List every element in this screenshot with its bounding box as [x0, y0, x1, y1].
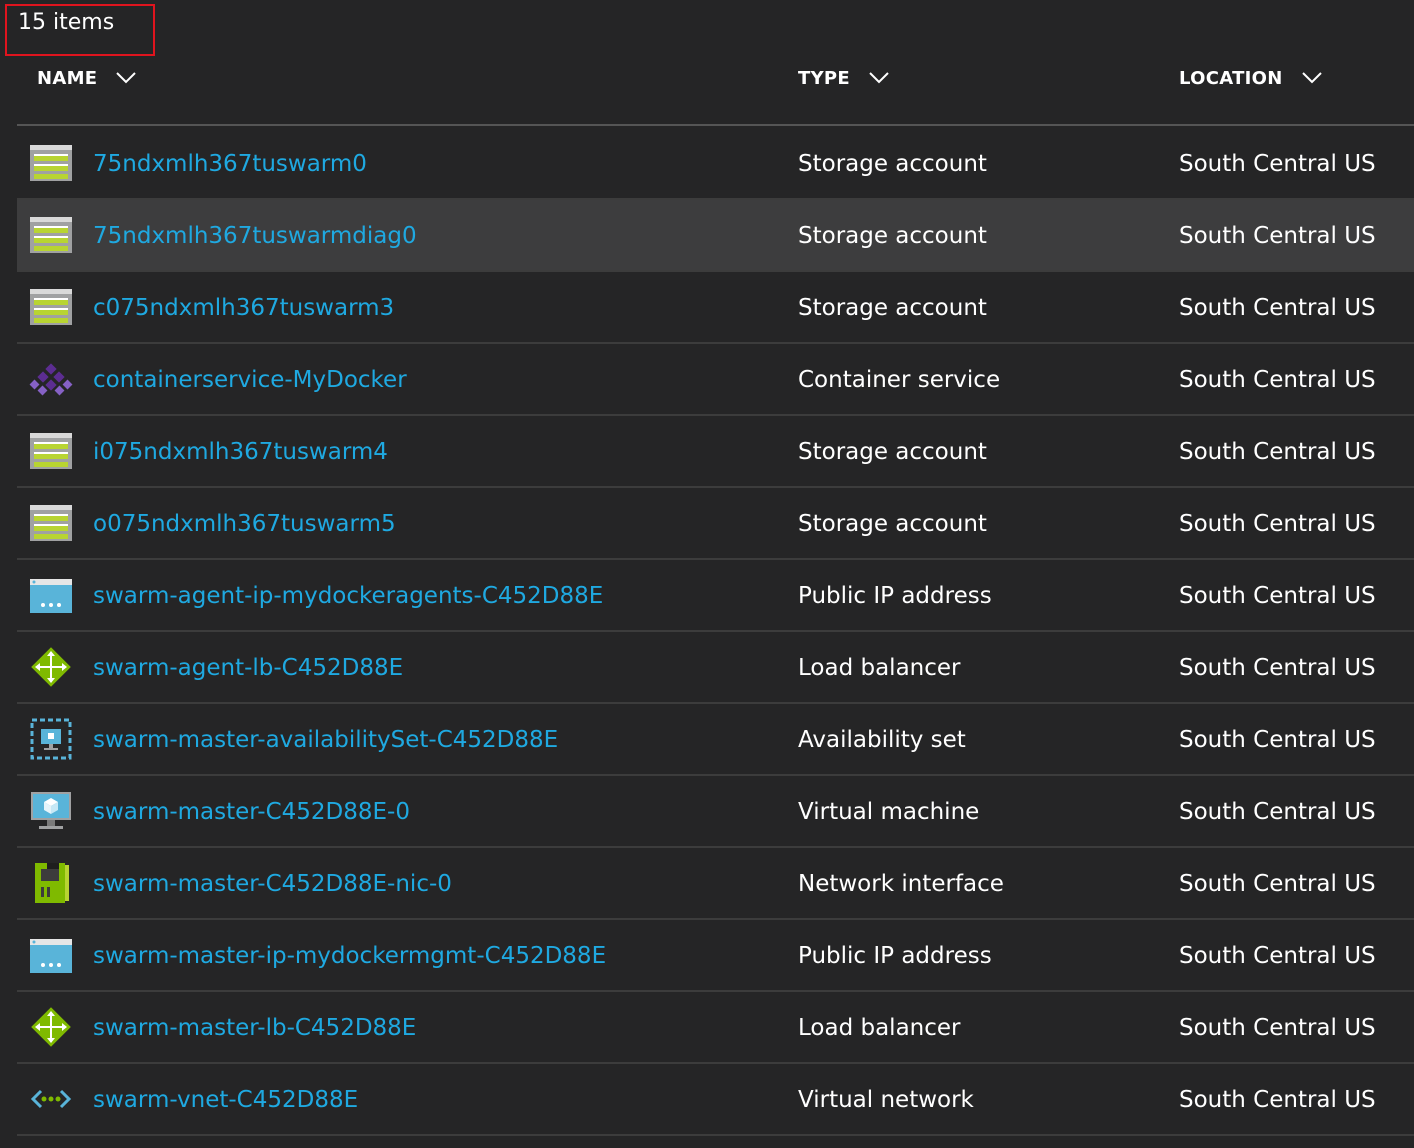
resource-name-link[interactable]: swarm-master-C452D88E-nic-0 [93, 848, 452, 920]
storage-account-icon [29, 215, 73, 255]
column-header-name-label: NAME [37, 67, 98, 89]
table-row[interactable]: swarm-master-ip-mydockermgmt-C452D88E Pub… [17, 920, 1414, 992]
resource-type: Storage account [798, 223, 987, 249]
resource-type: Load balancer [798, 1015, 961, 1041]
virtual-machine-icon [29, 791, 73, 831]
network-interface-icon [29, 863, 73, 903]
resource-type: Network interface [798, 871, 1004, 897]
resource-name-link[interactable]: o075ndxmlh367tuswarm5 [93, 488, 396, 560]
resource-name-link[interactable]: 75ndxmlh367tuswarm0 [93, 128, 367, 200]
table-row[interactable]: swarm-vnet-C452D88E Virtual network South … [17, 1064, 1414, 1136]
load-balancer-icon [29, 1007, 73, 1047]
resource-type: Virtual machine [798, 799, 980, 825]
resource-location: South Central US [1179, 151, 1376, 177]
resource-type: Storage account [798, 295, 987, 321]
resource-type: Availability set [798, 727, 966, 753]
resource-type: Storage account [798, 151, 987, 177]
table-row[interactable]: o075ndxmlh367tuswarm5 Storage account Sout… [17, 488, 1414, 560]
chevron-down-icon [1301, 72, 1322, 84]
resource-location: South Central US [1179, 871, 1376, 897]
resource-name-link[interactable]: swarm-master-availabilitySet-C452D88E [93, 704, 558, 776]
resource-type: Virtual network [798, 1087, 974, 1113]
table-row[interactable]: 75ndxmlh367tuswarm0 Storage account South … [17, 128, 1414, 200]
resource-name-link[interactable]: swarm-master-ip-mydockermgmt-C452D88E [93, 920, 606, 992]
resource-name-link[interactable]: swarm-agent-lb-C452D88E [93, 632, 403, 704]
storage-account-icon [29, 503, 73, 543]
resource-location: South Central US [1179, 799, 1376, 825]
load-balancer-icon [29, 647, 73, 687]
storage-account-icon [29, 287, 73, 327]
column-header-type-label: TYPE [798, 67, 851, 89]
table-row[interactable]: swarm-master-availabilitySet-C452D88E Ava… [17, 704, 1414, 776]
chevron-down-icon [869, 72, 889, 84]
resource-name-link[interactable]: swarm-master-lb-C452D88E [93, 992, 416, 1064]
resource-name-link[interactable]: swarm-agent-ip-mydockeragents-C452D88E [93, 560, 603, 632]
resource-name-link[interactable]: c075ndxmlh367tuswarm3 [93, 272, 394, 344]
resource-location: South Central US [1179, 367, 1376, 393]
resource-location: South Central US [1179, 655, 1376, 681]
public-ip-icon [29, 935, 73, 975]
resource-location: South Central US [1179, 1087, 1376, 1113]
table-row[interactable]: swarm-agent-lb-C452D88E Load balancer Sout… [17, 632, 1414, 704]
table-header: NAME TYPE LOCATION [17, 56, 1414, 126]
resource-name-link[interactable]: swarm-master-C452D88E-0 [93, 776, 410, 848]
storage-account-icon [29, 143, 73, 183]
container-service-icon [29, 359, 73, 399]
resource-location: South Central US [1179, 223, 1376, 249]
resource-type: Load balancer [798, 655, 961, 681]
table-row[interactable]: c075ndxmlh367tuswarm3 Storage account Sout… [17, 272, 1414, 344]
resource-name-link[interactable]: swarm-vnet-C452D88E [93, 1064, 358, 1136]
resource-name-link[interactable]: 75ndxmlh367tuswarmdiag0 [93, 200, 417, 272]
availability-set-icon [29, 718, 73, 760]
resource-list: 75ndxmlh367tuswarm0 Storage account South … [17, 128, 1414, 1136]
table-row[interactable]: swarm-master-C452D88E-0 Virtual machine So… [17, 776, 1414, 848]
column-header-location-label: LOCATION [1179, 67, 1283, 89]
table-row[interactable]: swarm-agent-ip-mydockeragents-C452D88E Pu… [17, 560, 1414, 632]
item-count: 15 items [18, 10, 115, 35]
resource-location: South Central US [1179, 1015, 1376, 1041]
resource-type: Storage account [798, 439, 987, 465]
chevron-down-icon [116, 72, 137, 84]
table-row[interactable]: containerservice-MyDocker Container servi… [17, 344, 1414, 416]
storage-account-icon [29, 431, 73, 471]
resource-location: South Central US [1179, 727, 1376, 753]
table-row[interactable]: swarm-master-C452D88E-nic-0 Network inter… [17, 848, 1414, 920]
resource-location: South Central US [1179, 511, 1376, 537]
resource-location: South Central US [1179, 439, 1376, 465]
resource-type: Public IP address [798, 943, 992, 969]
column-header-type[interactable]: TYPE [798, 56, 890, 100]
resource-location: South Central US [1179, 295, 1376, 321]
virtual-network-icon [29, 1079, 73, 1119]
column-header-name[interactable]: NAME [37, 56, 137, 100]
table-row[interactable]: i075ndxmlh367tuswarm4 Storage account Sout… [17, 416, 1414, 488]
resource-type: Storage account [798, 511, 987, 537]
column-header-location[interactable]: LOCATION [1179, 56, 1323, 100]
table-row[interactable]: swarm-master-lb-C452D88E Load balancer Sou… [17, 992, 1414, 1064]
resource-type: Container service [798, 367, 1001, 393]
resource-name-link[interactable]: i075ndxmlh367tuswarm4 [93, 416, 388, 488]
resource-name-link[interactable]: containerservice-MyDocker [93, 344, 407, 416]
resource-location: South Central US [1179, 943, 1376, 969]
table-row[interactable]: 75ndxmlh367tuswarmdiag0 Storage account So… [17, 200, 1414, 272]
public-ip-icon [29, 575, 73, 615]
resource-type: Public IP address [798, 583, 992, 609]
resource-location: South Central US [1179, 583, 1376, 609]
